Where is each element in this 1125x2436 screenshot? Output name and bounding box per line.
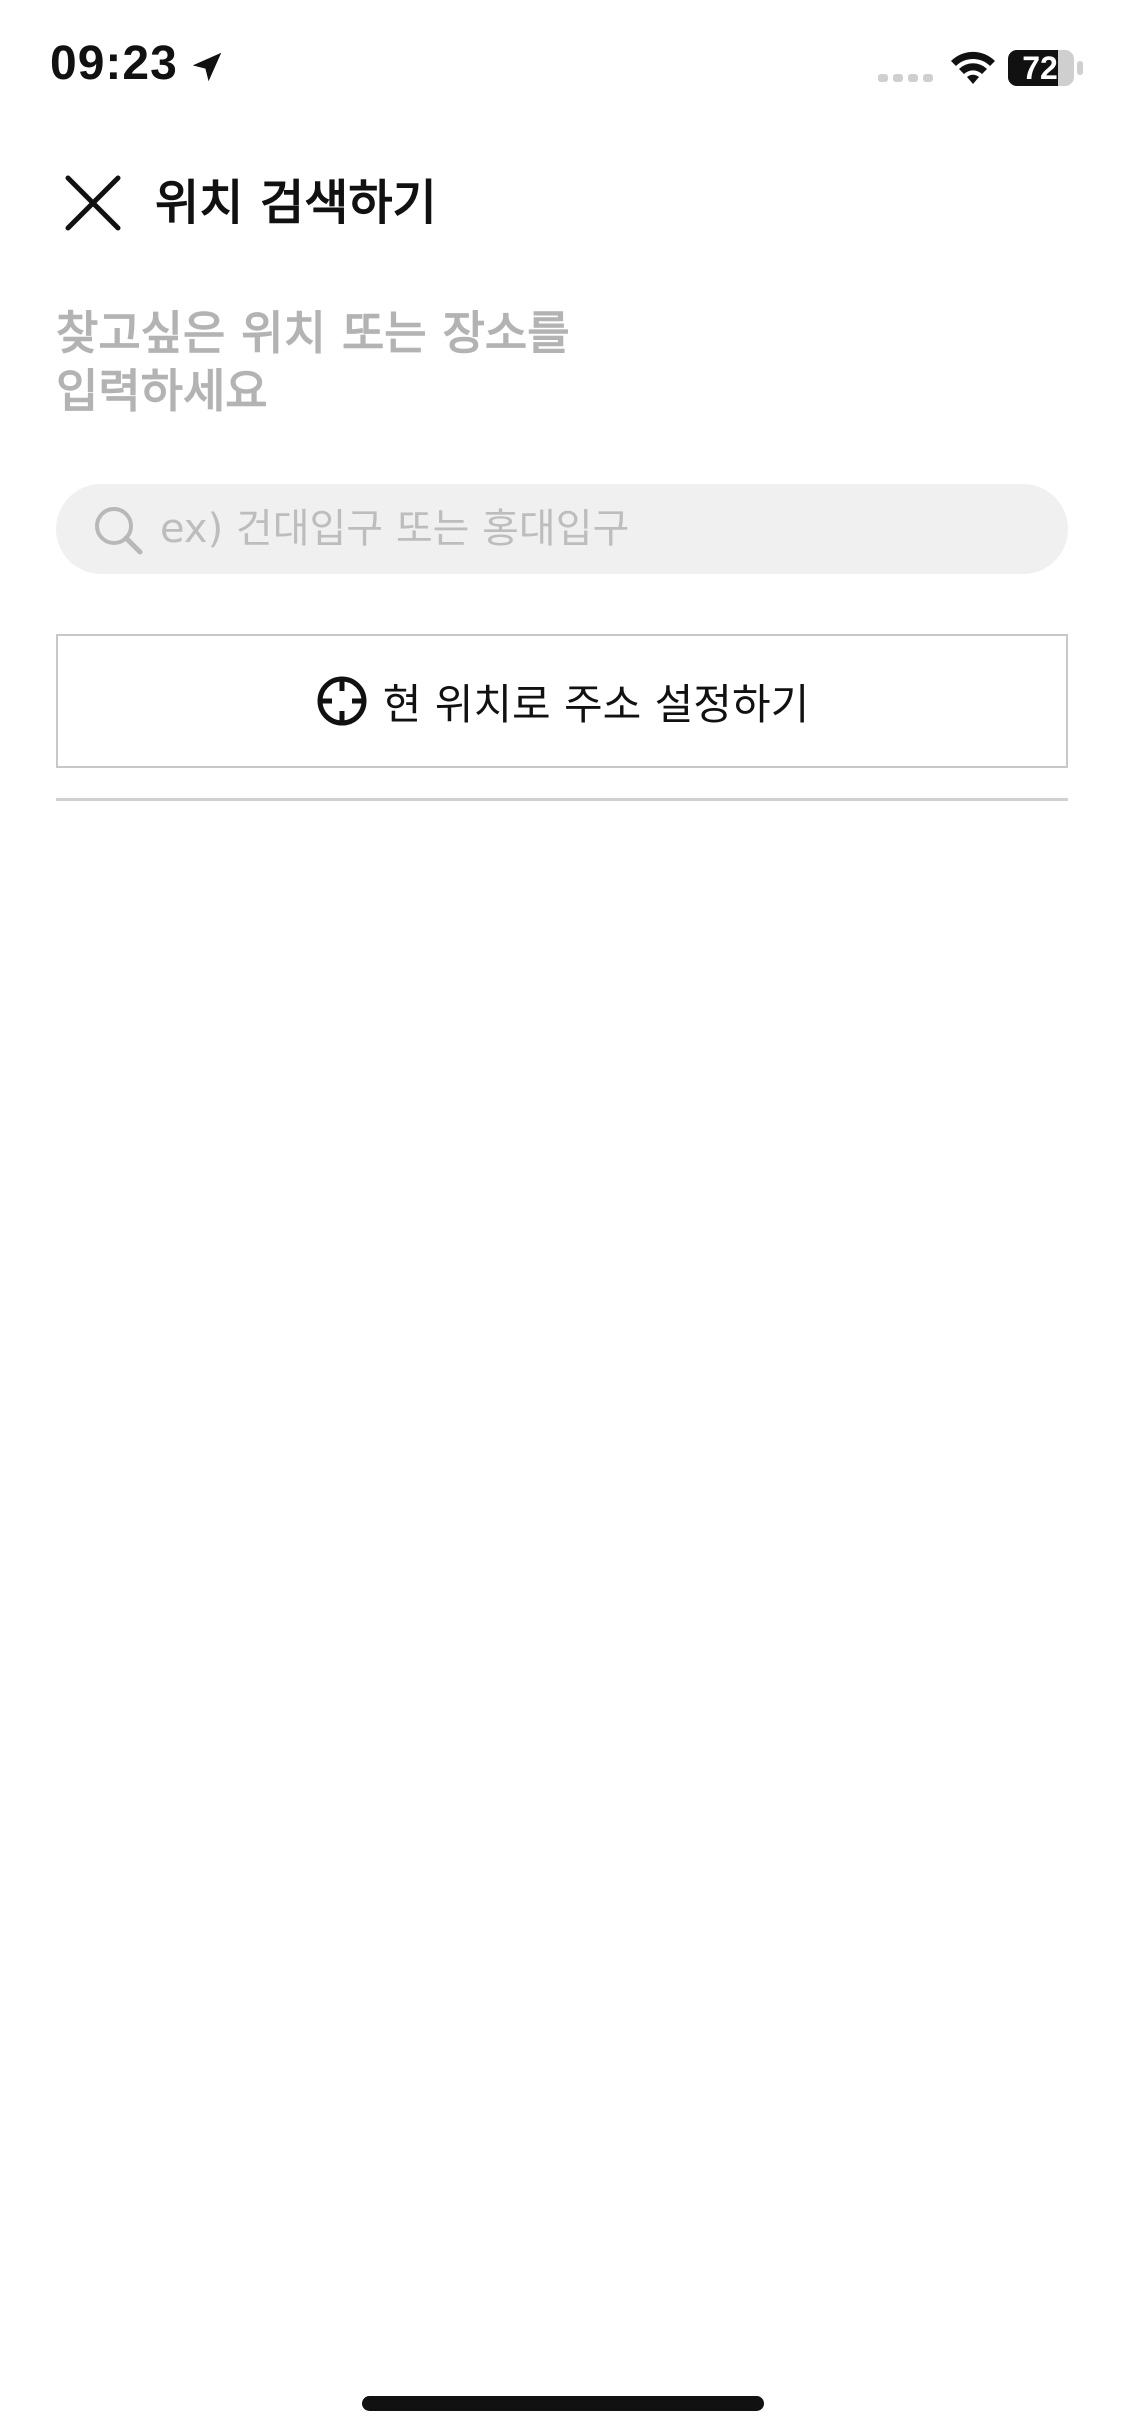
close-icon bbox=[65, 175, 121, 231]
current-location-button[interactable]: 현 위치로 주소 설정하기 bbox=[56, 634, 1068, 768]
search-icon bbox=[95, 507, 143, 555]
crosshair-icon bbox=[317, 676, 367, 726]
divider bbox=[56, 798, 1068, 801]
cellular-signal-icon bbox=[878, 74, 933, 82]
page-title: 위치 검색하기 bbox=[155, 175, 437, 231]
search-input[interactable] bbox=[160, 484, 1040, 574]
search-box[interactable] bbox=[56, 484, 1068, 574]
search-prompt-line-2: 입력하세요 bbox=[56, 364, 268, 418]
close-button[interactable] bbox=[58, 168, 128, 238]
home-indicator[interactable] bbox=[362, 2396, 764, 2411]
search-prompt: 찾고싶은 위치 또는 장소를 입력하세요 bbox=[56, 304, 956, 420]
status-bar: 09:23 72 bbox=[0, 0, 1125, 140]
battery-level: 72 bbox=[1022, 50, 1058, 86]
current-location-label: 현 위치로 주소 설정하기 bbox=[382, 679, 810, 729]
wifi-icon bbox=[951, 51, 995, 84]
search-prompt-line-1: 찾고싶은 위치 또는 장소를 bbox=[56, 306, 570, 360]
status-time: 09:23 bbox=[50, 37, 178, 90]
location-arrow-icon bbox=[192, 52, 222, 82]
